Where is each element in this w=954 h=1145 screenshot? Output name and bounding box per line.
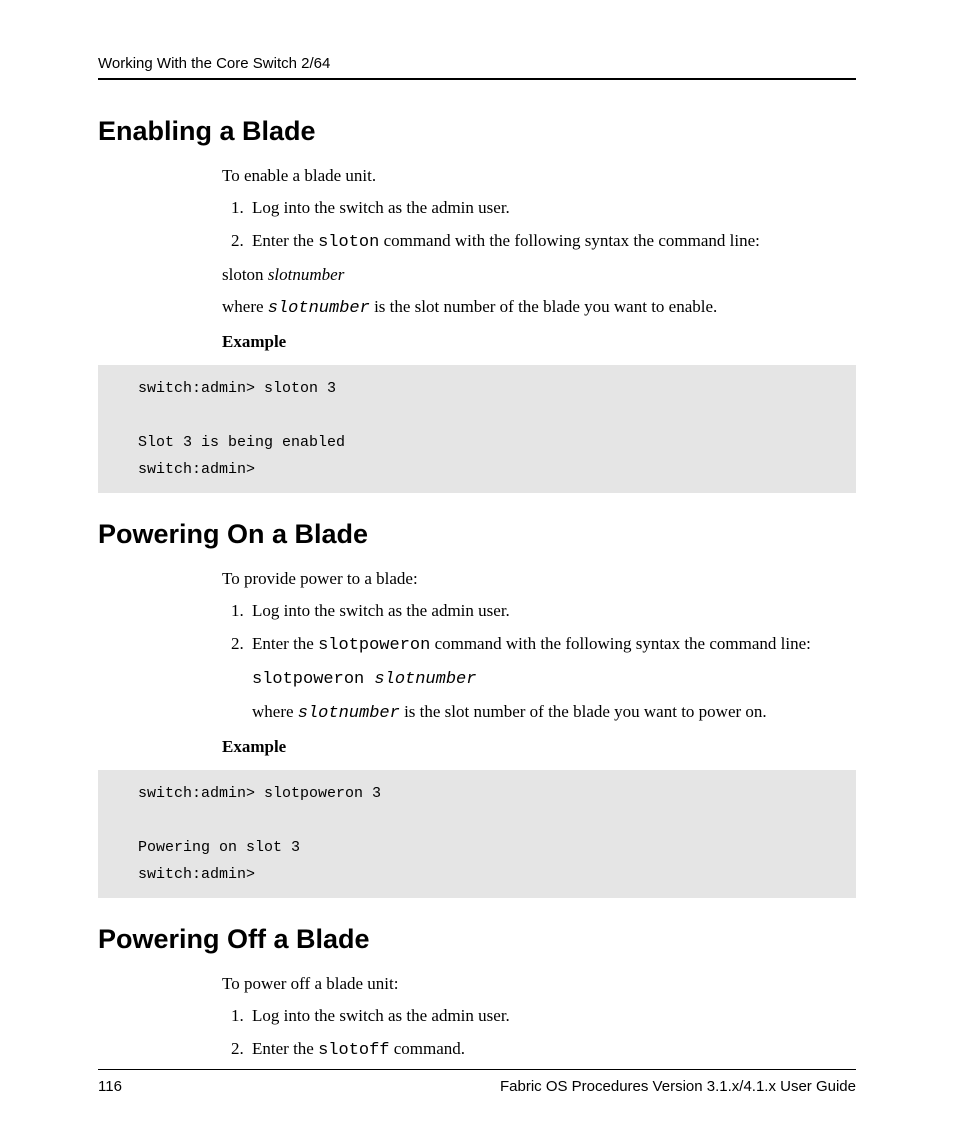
where-line: where slotnumber is the slot number of t…: [252, 699, 856, 727]
intro-text: To provide power to a blade:: [222, 566, 856, 592]
variable-code: slotnumber: [268, 299, 370, 318]
text: Enter the: [252, 634, 318, 653]
text: command with the following syntax the co…: [379, 231, 760, 250]
heading-enabling-blade: Enabling a Blade: [98, 116, 856, 147]
inline-code: sloton: [318, 233, 379, 252]
text: Enter the: [252, 231, 318, 250]
step-item: Log into the switch as the admin user.: [248, 598, 856, 624]
text: sloton: [222, 265, 268, 284]
step-item: Log into the switch as the admin user.: [248, 195, 856, 221]
example-label: Example: [222, 329, 856, 355]
body-s1: To enable a blade unit. Log into the swi…: [222, 163, 856, 355]
body-s3: To power off a blade unit: Log into the …: [222, 971, 856, 1064]
step-item: Enter the slotpoweron command with the f…: [248, 631, 856, 728]
inline-code: slotoff: [318, 1041, 389, 1060]
step-item: Enter the slotoff command.: [248, 1036, 856, 1064]
text: is the slot number of the blade you want…: [400, 702, 767, 721]
code-example: switch:admin> slotpoweron 3 Powering on …: [98, 770, 856, 898]
steps-list: Log into the switch as the admin user. E…: [222, 598, 856, 727]
text: command with the following syntax the co…: [430, 634, 811, 653]
text: is the slot number of the blade you want…: [370, 297, 717, 316]
steps-list: Log into the switch as the admin user. E…: [222, 195, 856, 256]
variable-code: slotnumber: [374, 670, 476, 689]
text: command.: [390, 1039, 466, 1058]
page-footer: 116 Fabric OS Procedures Version 3.1.x/4…: [98, 1069, 856, 1095]
text: where: [222, 297, 268, 316]
variable-code: slotnumber: [298, 704, 400, 723]
intro-text: To enable a blade unit.: [222, 163, 856, 189]
page: Working With the Core Switch 2/64 Enabli…: [0, 0, 954, 1145]
running-header: Working With the Core Switch 2/64: [98, 55, 856, 80]
heading-powering-off-blade: Powering Off a Blade: [98, 924, 856, 955]
heading-powering-on-blade: Powering On a Blade: [98, 519, 856, 550]
syntax-line: sloton slotnumber: [222, 262, 856, 288]
page-number: 116: [98, 1078, 122, 1095]
text: where: [252, 702, 298, 721]
syntax-line: slotpoweron slotnumber: [252, 665, 856, 693]
text: Enter the: [252, 1039, 318, 1058]
step-item: Log into the switch as the admin user.: [248, 1003, 856, 1029]
code-example: switch:admin> sloton 3 Slot 3 is being e…: [98, 365, 856, 493]
inline-code: slotpoweron: [252, 670, 374, 689]
body-s2: To provide power to a blade: Log into th…: [222, 566, 856, 760]
variable: slotnumber: [268, 265, 345, 284]
steps-list: Log into the switch as the admin user. E…: [222, 1003, 856, 1064]
doc-title: Fabric OS Procedures Version 3.1.x/4.1.x…: [500, 1078, 856, 1095]
inline-code: slotpoweron: [318, 636, 430, 655]
intro-text: To power off a blade unit:: [222, 971, 856, 997]
step-item: Enter the sloton command with the follow…: [248, 228, 856, 256]
example-label: Example: [222, 734, 856, 760]
where-line: where slotnumber is the slot number of t…: [222, 294, 856, 322]
